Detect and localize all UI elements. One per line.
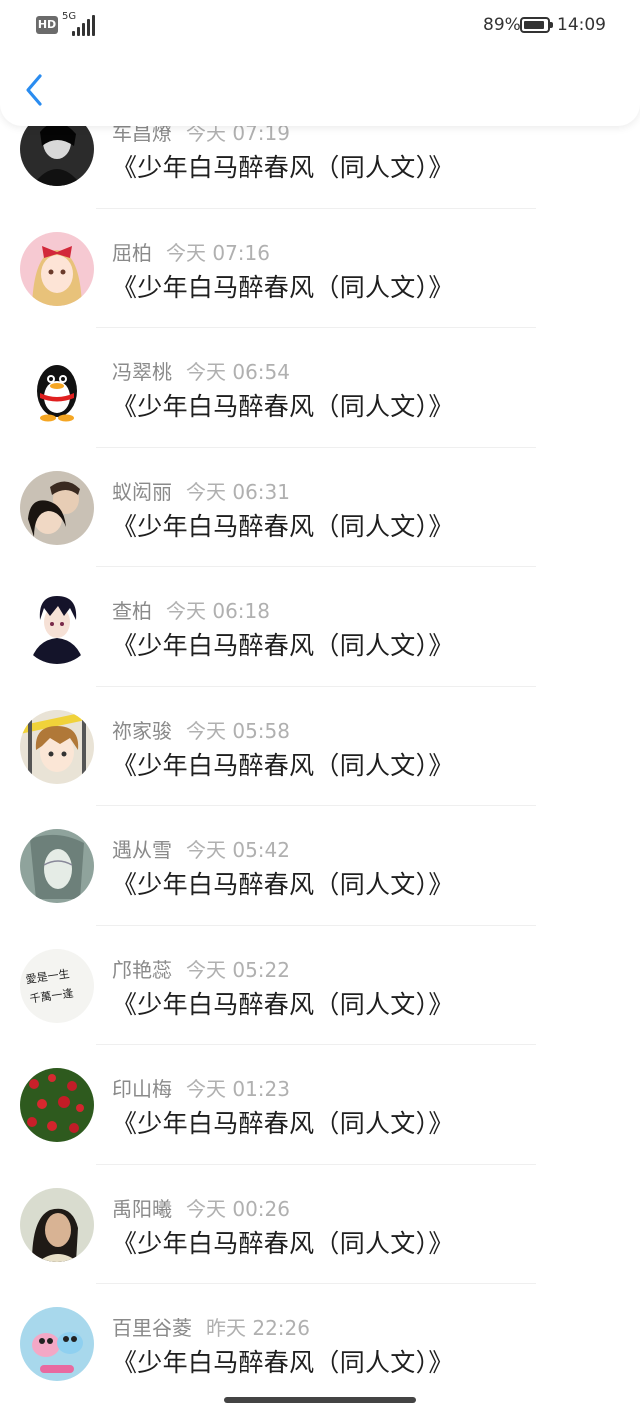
avatar[interactable]: 愛是一生 千萬一逢 [20,948,94,1023]
avatar[interactable] [20,351,94,425]
chevron-left-icon [26,74,42,106]
author-line: 查柏 今天 06:18 [112,595,270,624]
avatar[interactable] [20,1187,94,1262]
post-time: 今天 01:23 [186,1077,290,1101]
post-title[interactable]: 《少年白马醉春风（同人文）》 [112,268,454,304]
post-title[interactable]: 《少年白马醉春风（同人文）》 [112,387,454,423]
author-line: 祢家骏 今天 05:58 [112,715,290,744]
post-title[interactable]: 《少年白马醉春风（同人文）》 [112,865,454,901]
post-title[interactable]: 《少年白马醉春风（同人文）》 [112,1224,454,1260]
author-name[interactable]: 印山梅 [112,1077,172,1101]
list-item[interactable]: 印山梅 今天 01:23 《少年白马醉春风（同人文）》 [0,1044,640,1164]
avatar[interactable] [20,709,94,784]
author-name[interactable]: 禹阳曦 [112,1197,172,1221]
post-time: 今天 05:58 [186,718,290,743]
post-title[interactable]: 《少年白马醉春风（同人文）》 [112,1343,454,1379]
list-item[interactable]: 愛是一生 千萬一逢 邝艳蕊 今天 05:22 《少年白马醉春风（同人文）》 [0,925,640,1045]
post-time: 今天 07:16 [166,240,270,265]
list-item[interactable]: 禹阳曦 今天 00:26 《少年白马醉春风（同人文）》 [0,1164,640,1284]
author-line: 邝艳蕊 今天 05:22 [112,954,290,983]
post-title[interactable]: 《少年白马醉春风（同人文）》 [112,626,454,662]
author-line: 禹阳曦 今天 00:26 [112,1193,290,1222]
post-title[interactable]: 《少年白马醉春风（同人文）》 [112,746,454,782]
avatar-image [20,829,94,903]
avatar[interactable] [20,1068,94,1142]
post-title[interactable]: 《少年白马醉春风（同人文）》 [112,148,454,184]
author-line: 遇从雪 今天 05:42 [112,834,290,863]
avatar[interactable] [20,590,94,664]
post-time: 今天 06:54 [186,360,290,384]
author-name[interactable]: 邝艳蕊 [112,958,172,982]
avatar-image [20,351,94,425]
battery-level [524,21,544,29]
avatar-image [20,709,94,784]
avatar-image [20,590,94,664]
hd-badge: HD [36,16,58,34]
author-name[interactable]: 冯翠桃 [112,360,172,384]
avatar[interactable] [20,470,94,545]
home-indicator[interactable] [224,1397,416,1403]
author-name[interactable]: 遇从雪 [112,838,172,862]
status-bar: HD 5G 89% 14:09 [0,0,640,52]
post-time: 今天 06:18 [166,599,270,623]
author-name[interactable]: 百里谷菱 [112,1316,192,1340]
post-time: 今天 05:42 [186,838,290,862]
avatar[interactable] [20,1307,94,1381]
list-item[interactable]: 屈柏 今天 07:16 《少年白马醉春风（同人文）》 [0,208,640,328]
author-line: 印山梅 今天 01:23 [112,1073,290,1102]
avatar-image [20,1068,94,1142]
author-name[interactable]: 查柏 [112,599,152,623]
post-time: 今天 05:22 [186,957,290,982]
avatar-image [20,231,94,306]
list-item[interactable]: 蚁闳丽 今天 06:31 《少年白马醉春风（同人文）》 [0,447,640,567]
avatar[interactable] [20,829,94,903]
back-button[interactable] [18,70,58,110]
avatar-image [20,470,94,545]
author-line: 百里谷菱 昨天 22:26 [112,1312,310,1341]
post-title[interactable]: 《少年白马醉春风（同人文）》 [112,985,454,1021]
list-item[interactable]: 冯翠桃 今天 06:54 《少年白马醉春风（同人文）》 [0,327,640,447]
post-title[interactable]: 《少年白马醉春风（同人文）》 [112,507,454,543]
battery-percent: 89% [483,15,521,35]
avatar-image [20,1307,94,1381]
battery-icon [520,17,553,33]
avatar[interactable] [20,231,94,306]
list-item[interactable]: 祢家骏 今天 05:58 《少年白马醉春风（同人文）》 [0,686,640,806]
signal-icon [64,14,98,36]
author-line: 冯翠桃 今天 06:54 [112,356,290,385]
author-name[interactable]: 蚁闳丽 [112,480,172,504]
author-line: 蚁闳丽 今天 06:31 [112,476,290,505]
post-time: 昨天 22:26 [206,1316,310,1340]
clock: 14:09 [557,15,606,35]
author-name[interactable]: 屈柏 [112,241,152,265]
post-time: 今天 00:26 [186,1196,290,1221]
list-item[interactable]: 查柏 今天 06:18 《少年白马醉春风（同人文）》 [0,566,640,686]
avatar-image [20,1187,94,1262]
post-title[interactable]: 《少年白马醉春风（同人文）》 [112,1104,454,1140]
author-name[interactable]: 祢家骏 [112,719,172,743]
top-header: HD 5G 89% 14:09 [0,0,640,126]
post-time: 今天 06:31 [186,479,290,504]
list-item[interactable]: 遇从雪 今天 05:42 《少年白马醉春风（同人文）》 [0,805,640,925]
list-item[interactable]: 百里谷菱 昨天 22:26 《少年白马醉春风（同人文）》 [0,1283,640,1403]
author-line: 屈柏 今天 07:16 [112,237,270,266]
avatar-image: 愛是一生千萬一逢 [20,948,94,1023]
